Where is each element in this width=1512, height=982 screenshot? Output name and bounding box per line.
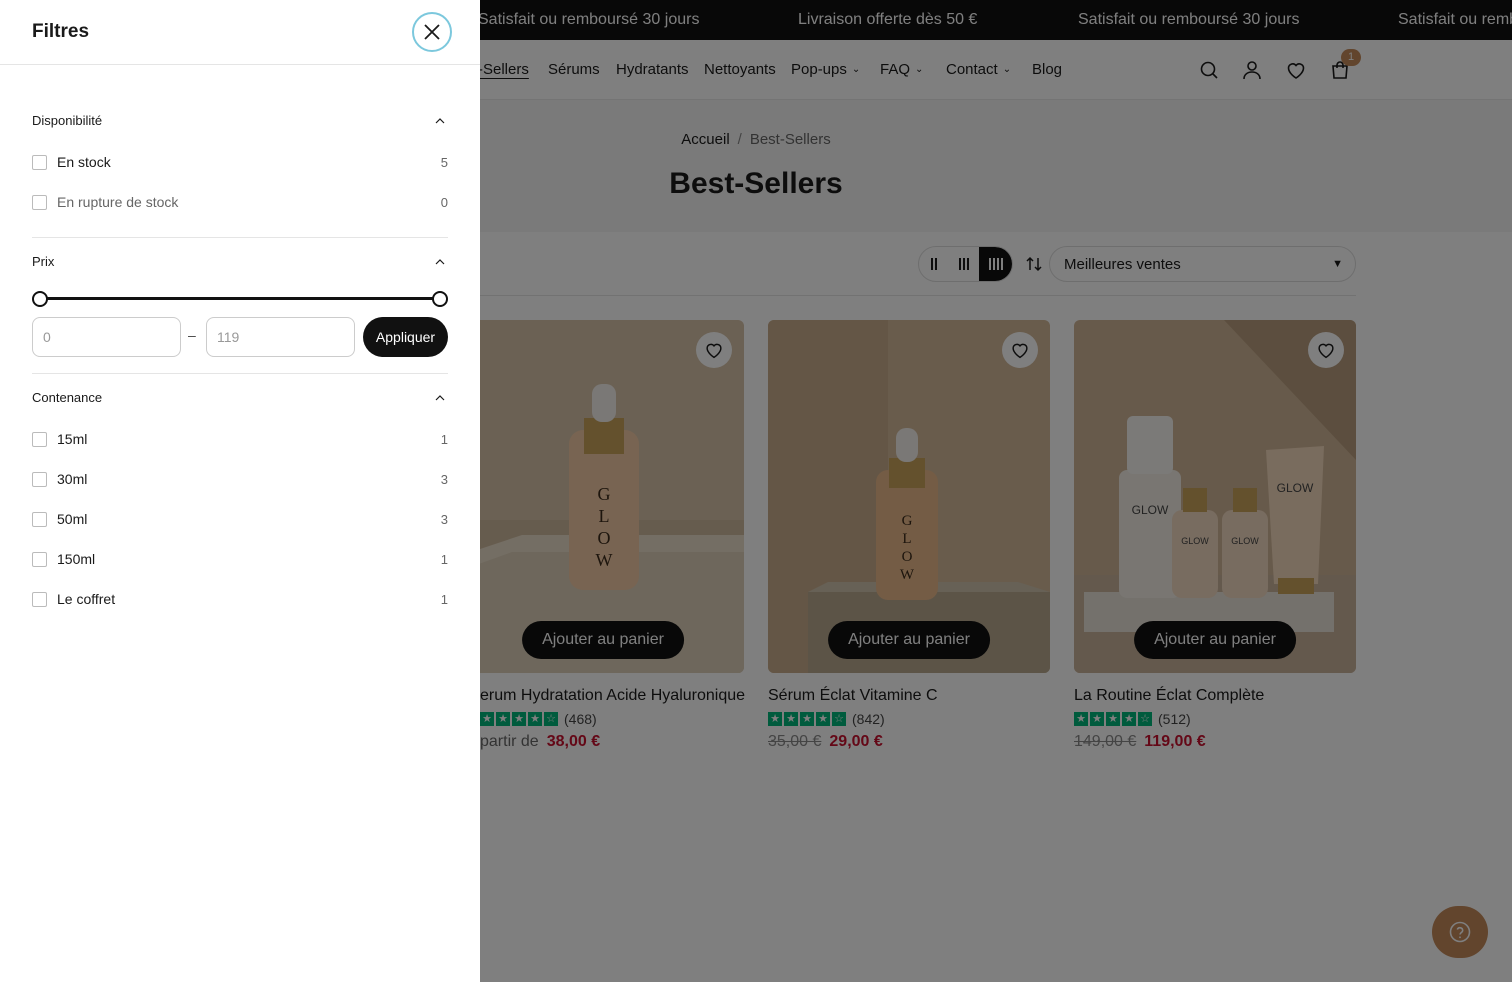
filter-option-count: 0 <box>440 194 448 210</box>
filter-option-label: 15ml <box>57 431 88 447</box>
filter-divider <box>32 237 448 238</box>
filter-option-50ml[interactable]: 50ml 3 <box>32 499 448 539</box>
checkbox[interactable] <box>32 154 47 170</box>
checkbox[interactable] <box>32 511 47 527</box>
filter-option-label: 30ml <box>57 471 88 487</box>
filter-option-count: 1 <box>440 431 448 447</box>
filter-option-out-of-stock[interactable]: En rupture de stock 0 <box>32 182 448 222</box>
filter-price: Prix <box>32 254 448 274</box>
chevron-up-icon <box>435 395 445 401</box>
filter-heading: Contenance <box>32 390 103 405</box>
filter-heading: Prix <box>32 254 55 269</box>
filter-availability-toggle[interactable]: Disponibilité <box>32 113 448 133</box>
close-icon <box>424 24 440 40</box>
price-min-handle[interactable] <box>32 291 48 307</box>
price-max-handle[interactable] <box>432 291 448 307</box>
filter-option-150ml[interactable]: 150ml 1 <box>32 539 448 579</box>
filter-option-count: 5 <box>440 154 448 170</box>
apply-price-button[interactable]: Appliquer <box>363 317 448 357</box>
checkbox[interactable] <box>32 431 47 447</box>
filter-capacity: Contenance 15ml 1 30ml 3 50ml 3 150ml 1 … <box>32 390 448 619</box>
filter-option-30ml[interactable]: 30ml 3 <box>32 459 448 499</box>
price-separator: – <box>188 327 196 343</box>
drawer-title: Filtres <box>32 21 90 42</box>
filter-price-toggle[interactable]: Prix <box>32 254 448 274</box>
checkbox[interactable] <box>32 471 47 487</box>
filter-option-count: 3 <box>440 511 448 527</box>
filter-option-15ml[interactable]: 15ml 1 <box>32 419 448 459</box>
price-max-input[interactable] <box>206 317 355 357</box>
filter-option-label: 150ml <box>57 551 96 567</box>
checkbox[interactable] <box>32 591 47 607</box>
filter-heading: Disponibilité <box>32 113 103 128</box>
filter-option-label: Le coffret <box>57 591 116 607</box>
close-button[interactable] <box>412 12 452 52</box>
filter-drawer: Filtres Disponibilité En stock 5 En rupt… <box>0 0 480 982</box>
filter-option-count: 1 <box>440 551 448 567</box>
filter-divider <box>32 373 448 374</box>
checkbox[interactable] <box>32 194 47 210</box>
filter-option-count: 3 <box>440 471 448 487</box>
filter-option-coffret[interactable]: Le coffret 1 <box>32 579 448 619</box>
filter-option-in-stock[interactable]: En stock 5 <box>32 142 448 182</box>
filter-option-label: En stock <box>57 154 111 170</box>
chevron-up-icon <box>435 118 445 124</box>
filter-availability: Disponibilité En stock 5 En rupture de s… <box>32 113 448 222</box>
filter-option-count: 1 <box>440 591 448 607</box>
checkbox[interactable] <box>32 551 47 567</box>
filter-capacity-toggle[interactable]: Contenance <box>32 390 448 410</box>
price-range-slider[interactable] <box>40 297 440 300</box>
filter-option-label: 50ml <box>57 511 88 527</box>
filter-option-label: En rupture de stock <box>57 194 179 210</box>
chevron-up-icon <box>435 259 445 265</box>
price-min-input[interactable] <box>32 317 181 357</box>
drawer-header: Filtres <box>0 0 480 65</box>
